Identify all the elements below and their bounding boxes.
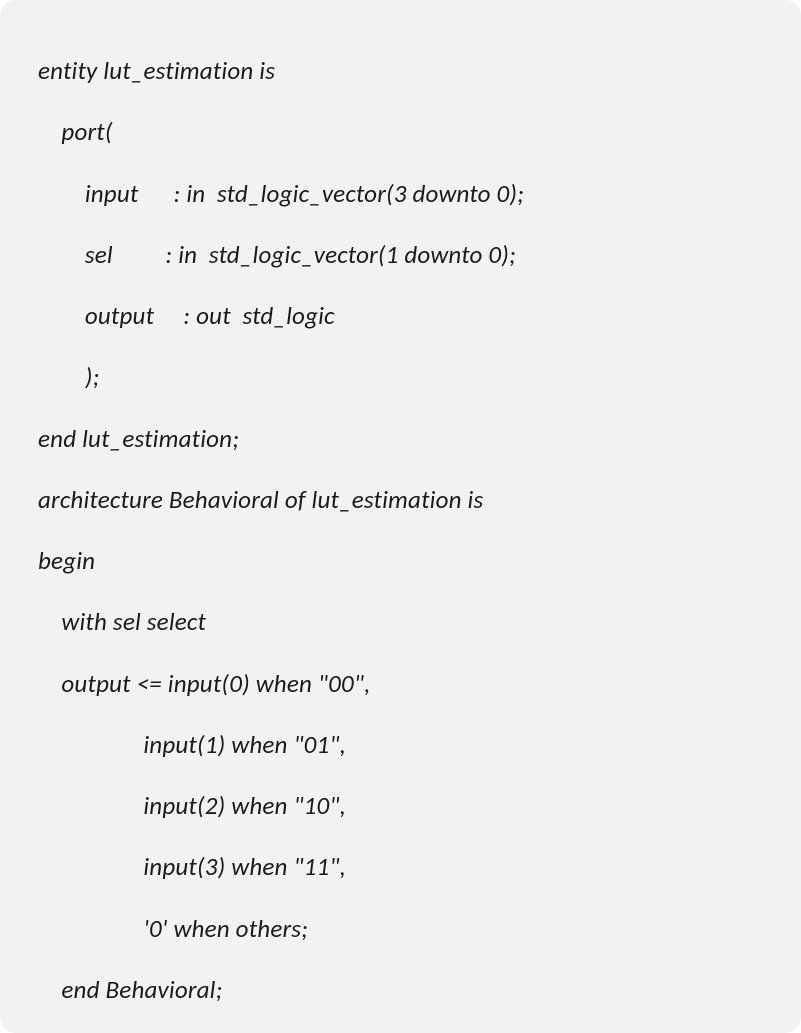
code-line: with sel select	[38, 591, 763, 652]
code-line: output <= input(0) when "00",	[38, 653, 763, 714]
code-line: '0' when others;	[38, 898, 763, 959]
code-line: end Behavioral;	[38, 959, 763, 1020]
code-line: port(	[38, 101, 763, 162]
code-line: );	[38, 346, 763, 407]
code-line: sel : in std_logic_vector(1 downto 0);	[38, 224, 763, 285]
code-block: entity lut_estimation is port( input : i…	[0, 0, 801, 1033]
code-line: architecture Behavioral of lut_estimatio…	[38, 469, 763, 530]
code-line: input(3) when "11",	[38, 836, 763, 897]
code-line: begin	[38, 530, 763, 591]
code-line: input(1) when "01",	[38, 714, 763, 775]
code-line: entity lut_estimation is	[38, 40, 763, 101]
code-line: end lut_estimation;	[38, 408, 763, 469]
code-line: input(2) when "10",	[38, 775, 763, 836]
code-line: input : in std_logic_vector(3 downto 0);	[38, 163, 763, 224]
code-line: output : out std_logic	[38, 285, 763, 346]
